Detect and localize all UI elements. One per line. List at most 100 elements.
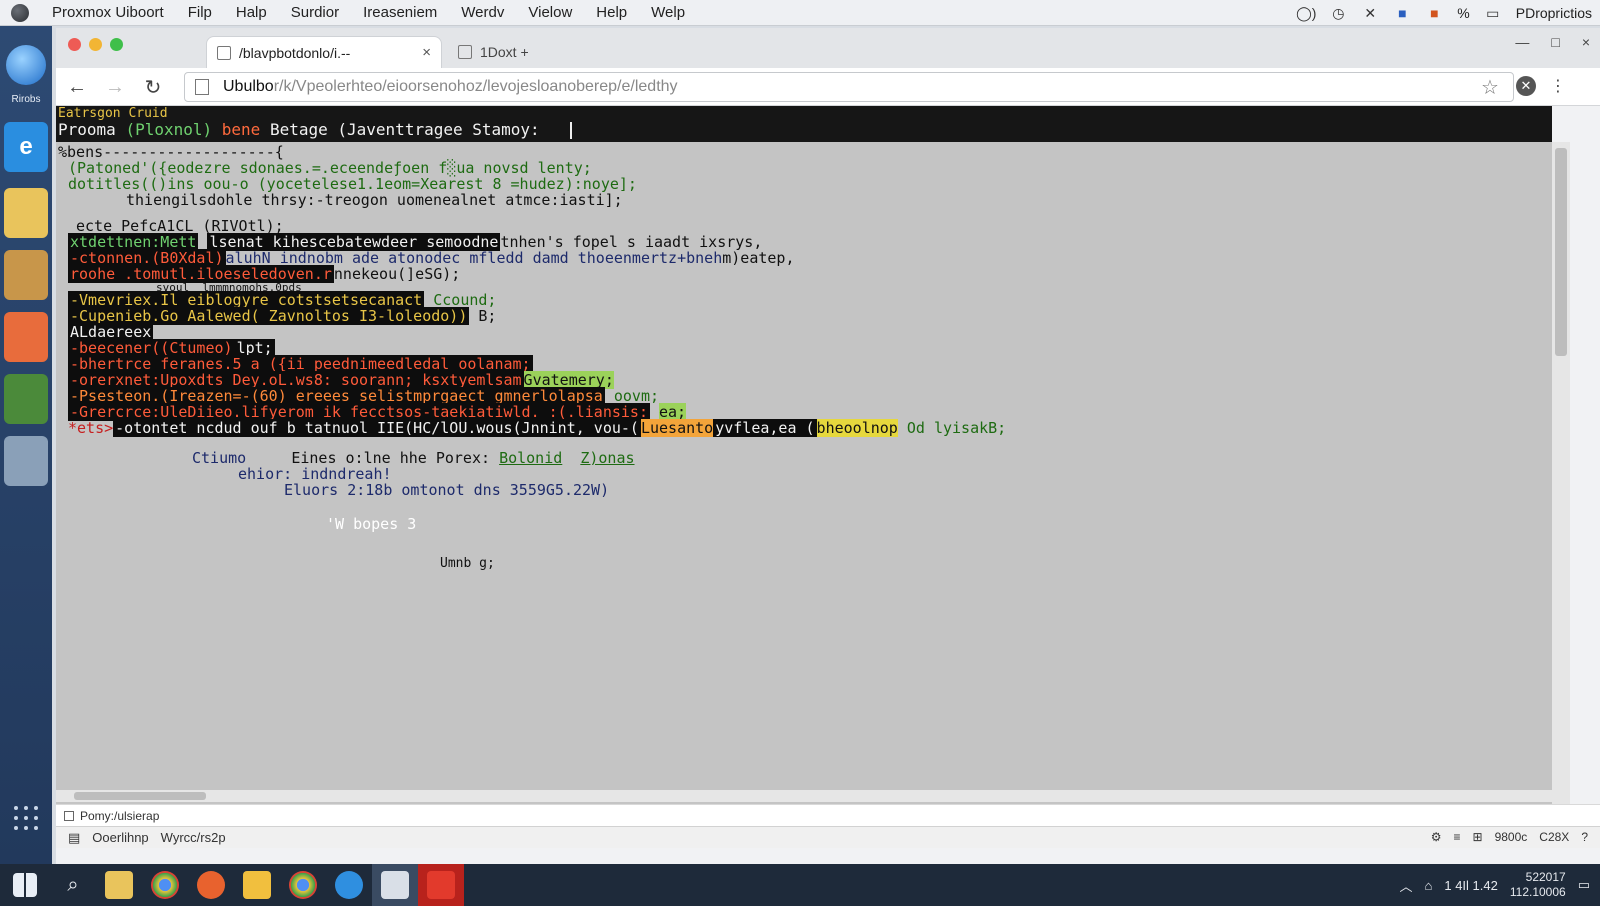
- tab-secondary-label: 1Doxt +: [480, 44, 529, 60]
- forward-arrow-icon[interactable]: →: [102, 74, 128, 100]
- terminal-line: -beecener((Ctumeo) lpt;: [68, 339, 275, 357]
- taskbar-chrome-icon-2[interactable]: [280, 864, 326, 906]
- taskbar-app-icon-red[interactable]: [418, 864, 464, 906]
- vertical-scrollbar[interactable]: [1552, 142, 1570, 818]
- layout-icon[interactable]: ▤: [68, 830, 80, 846]
- line-segment: *ets>: [68, 419, 114, 437]
- user-icon[interactable]: ▭: [1484, 4, 1502, 22]
- horizontal-scroll-thumb[interactable]: [74, 792, 206, 800]
- tab-bar: /blavpbotdonlo/i.-- × 1Doxt + — □ ×: [56, 28, 1600, 68]
- close-icon[interactable]: ×: [1582, 34, 1590, 50]
- line-segment: yvflea,ea (: [713, 419, 817, 437]
- os-menubar: Proxmox Uiboort Filp Halp Surdior Irease…: [0, 0, 1600, 26]
- app-dock: Rirobs e: [0, 26, 52, 864]
- browser-toolbar: ← → ↻ Ubulbo r/k/Vpeolerhteo/eioorsenoho…: [56, 68, 1600, 106]
- menu-item-4[interactable]: Surdior: [279, 4, 351, 21]
- menu-app-name[interactable]: Proxmox Uiboort: [40, 4, 176, 21]
- line-segment: Luesanto: [640, 419, 714, 437]
- address-bar[interactable]: Ubulbo r/k/Vpeolerhteo/eioorsenohoz/levo…: [184, 72, 1514, 102]
- tab-active[interactable]: /blavpbotdonlo/i.-- ×: [206, 36, 442, 68]
- terminal-line: 'W bopes 3: [326, 515, 417, 533]
- bottom-right-value-2: C28X: [1539, 830, 1570, 844]
- tab-secondary[interactable]: 1Doxt +: [448, 36, 578, 68]
- taskbar-ie-icon[interactable]: [326, 864, 372, 906]
- dock-notes-icon[interactable]: [4, 312, 48, 362]
- taskbar-clock[interactable]: 522017 112.10006: [1510, 870, 1566, 900]
- gear-icon[interactable]: ⚙: [1431, 830, 1442, 844]
- grid-icon[interactable]: ⊞: [1473, 830, 1483, 844]
- notification-icon[interactable]: ▭: [1578, 877, 1590, 893]
- menu-file[interactable]: Filp: [176, 4, 224, 21]
- terminal-body[interactable]: %bens-------------------{ (Patoned'({eod…: [56, 142, 1552, 818]
- taskbar-app-icon-active[interactable]: [372, 864, 418, 906]
- prompt-rest: Betage (Javenttragee Stamoy:: [269, 120, 540, 139]
- minimize-window-icon[interactable]: [89, 38, 102, 51]
- minimize-icon[interactable]: —: [1515, 34, 1529, 50]
- menu-view[interactable]: Vielow: [516, 4, 584, 21]
- terminal-line: %bens-------------------{: [58, 143, 284, 161]
- tab-active-label: /blavpbotdonlo/i.--: [239, 44, 351, 61]
- dock-package-icon[interactable]: [4, 250, 48, 300]
- menu-item-6[interactable]: Werdv: [449, 4, 516, 21]
- line-segment: -otontet ncdud ouf b tatnuol IIE(HC/lOU.…: [113, 419, 641, 437]
- dock-files-icon[interactable]: [4, 188, 48, 238]
- taskbar-files-icon[interactable]: [96, 864, 142, 906]
- stop-icon[interactable]: ✕: [1516, 76, 1536, 96]
- reload-icon[interactable]: ↻: [140, 74, 166, 100]
- status-icon: [64, 810, 74, 821]
- maximize-icon[interactable]: □: [1551, 34, 1559, 50]
- battery-percent: %: [1457, 5, 1470, 21]
- close-window-icon[interactable]: [68, 38, 81, 51]
- start-windows-icon[interactable]: [0, 864, 50, 906]
- taskbar-app-icon-orange[interactable]: [188, 864, 234, 906]
- menu-item-5[interactable]: Ireaseniem: [351, 4, 449, 21]
- menubar-user-name[interactable]: PDroprictios: [1516, 5, 1592, 21]
- taskbar-tray: ︿ ⌂ 1 4Il 1.42 522017 112.10006 ▭: [1399, 864, 1590, 906]
- dock-finder-icon[interactable]: [4, 40, 48, 90]
- line-segment: B;: [478, 307, 497, 325]
- list-icon[interactable]: ≡: [1454, 830, 1461, 844]
- menu-help-1[interactable]: Halp: [224, 4, 279, 21]
- terminal-prompt[interactable]: Prooma (Ploxnol) bene Betage (Javenttrag…: [58, 120, 572, 139]
- terminal-line: ecte PefcA1CL (RIVOtl);: [76, 217, 284, 235]
- battery-icon[interactable]: ■: [1425, 4, 1443, 22]
- tab-close-icon[interactable]: ×: [422, 44, 431, 61]
- taskbar-folder-icon[interactable]: [234, 864, 280, 906]
- dock-trash-icon[interactable]: [4, 436, 48, 486]
- dock-fruit-icon[interactable]: [4, 374, 48, 424]
- network-icon[interactable]: ⌂: [1425, 878, 1433, 893]
- terminal-line: Eluors 2:18b omtonot dns 3559G5.22W): [284, 481, 610, 499]
- search-icon[interactable]: ⌕: [50, 864, 96, 906]
- back-arrow-icon[interactable]: ←: [64, 74, 90, 100]
- bottom-item-1[interactable]: Ooerlihnp: [92, 830, 148, 845]
- vertical-scroll-thumb[interactable]: [1555, 148, 1567, 356]
- dock-apps-grid-icon[interactable]: [14, 806, 38, 830]
- tab-favicon-icon: [217, 45, 231, 60]
- chevron-up-icon[interactable]: ︿: [1399, 876, 1412, 895]
- bottom-item-2[interactable]: Wyrcc/rs2p: [161, 830, 226, 845]
- taskbar: ⌕ ︿ ⌂ 1 4Il 1.42 522017 112.10006 ▭: [0, 864, 1600, 906]
- dock-browser-icon[interactable]: e: [4, 122, 48, 172]
- taskbar-chrome-icon[interactable]: [142, 864, 188, 906]
- zoom-window-icon[interactable]: [110, 38, 123, 51]
- line-segment: Bolonid: [499, 449, 563, 467]
- window-traffic-lights: [68, 38, 123, 51]
- bookmark-star-icon[interactable]: ☆: [1481, 75, 1499, 100]
- os-logo-icon[interactable]: [0, 0, 40, 26]
- menu-help[interactable]: Help: [584, 4, 639, 21]
- kebab-menu-icon[interactable]: ⋮: [1550, 76, 1566, 96]
- clock-icon[interactable]: ◷: [1329, 4, 1347, 22]
- shield-icon[interactable]: ■: [1393, 4, 1411, 22]
- terminal-line: xtdettnen:Mett lsenat kihescebatewdeer s…: [68, 233, 762, 251]
- bottom-right-value-1: 9800c: [1494, 830, 1528, 844]
- help-icon[interactable]: ?: [1581, 830, 1588, 844]
- menu-item-9[interactable]: Welp: [639, 4, 697, 21]
- bluetooth-icon[interactable]: ✕: [1361, 4, 1379, 22]
- terminal-header-small: Eatrsgon Cruid: [58, 106, 168, 121]
- url-host: Ubulbo: [223, 78, 274, 95]
- horizontal-scrollbar[interactable]: [56, 790, 1552, 802]
- circle-toggle-icon[interactable]: ◯): [1296, 4, 1316, 22]
- dock-label: Rirobs: [11, 94, 41, 105]
- terminal-line: -Vmevriex.Il eiblogyre cotstsetsecanact …: [68, 291, 496, 309]
- prompt-main: Prooma: [58, 120, 116, 139]
